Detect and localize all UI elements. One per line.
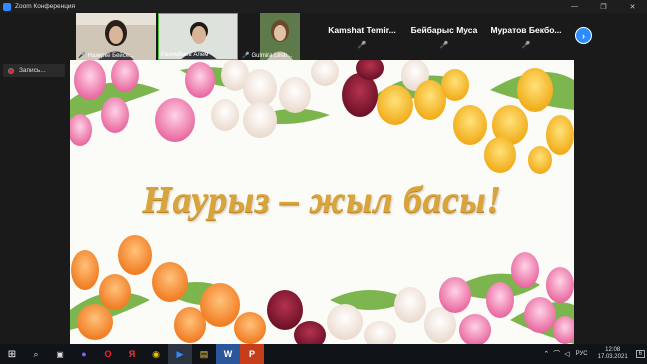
- participant-tile[interactable]: 🎤 Gulmira Lesb...: [240, 13, 320, 60]
- file-explorer-icon[interactable]: ▤: [192, 344, 216, 364]
- powerpoint-icon[interactable]: P: [240, 344, 264, 364]
- record-dot-icon: [8, 67, 14, 74]
- participant-name-tile[interactable]: Kamshat Temir... 🎤: [322, 13, 402, 60]
- mic-muted-icon: 🎤: [242, 53, 250, 59]
- participant-name-tag: 🎤 Gulmira Lesb...: [242, 52, 293, 60]
- windows-start-icon[interactable]: ⊞: [0, 344, 24, 364]
- recording-indicator[interactable]: Запись...: [3, 64, 65, 77]
- next-page-button[interactable]: ›: [575, 27, 592, 44]
- mic-muted-icon: 🎤: [521, 41, 531, 49]
- zoom-app-icon: [3, 2, 11, 11]
- clock-date: 17.03.2021: [597, 354, 628, 360]
- participant-name-tag: 🎤 Назерке Бейсе...: [78, 52, 135, 60]
- chrome-icon[interactable]: ◉: [144, 344, 168, 364]
- slide-heading: Наурыз – жыл басы!: [142, 179, 502, 221]
- maximize-button[interactable]: ❐: [589, 0, 618, 13]
- participant-name-tag: Рахимбаев Алем: [161, 52, 209, 58]
- volume-icon[interactable]: ◁: [564, 350, 569, 358]
- network-icon[interactable]: ⌒: [553, 349, 560, 359]
- zoom-icon[interactable]: ▶: [168, 344, 192, 364]
- participant-name: Муратов Бекбо...: [490, 24, 562, 35]
- clock[interactable]: 12:08 17.03.2021: [598, 347, 628, 361]
- mic-muted-icon: 🎤: [439, 41, 449, 49]
- clock-time: 12:08: [605, 347, 621, 353]
- minimize-button[interactable]: —: [560, 0, 589, 13]
- window-title: Zoom Конференция: [15, 3, 76, 10]
- tray-chevron-icon[interactable]: ⌃: [543, 350, 549, 358]
- shared-screen: Наурыз – жыл басы!: [70, 60, 574, 344]
- close-button[interactable]: ✕: [618, 0, 647, 13]
- participant-name: Бейбарыс Муса: [410, 24, 478, 35]
- mic-muted-icon: 🎤: [78, 53, 86, 59]
- mic-muted-icon: 🎤: [357, 41, 367, 49]
- participant-name-tile[interactable]: Муратов Бекбо... 🎤: [486, 13, 566, 60]
- system-tray: ⌃ ⌒ ◁ РУС 12:08 17.03.2021 6: [541, 344, 647, 364]
- participant-name: Kamshat Temir...: [328, 24, 396, 35]
- title-bar: Zoom Конференция — ❐ ✕: [0, 0, 647, 13]
- task-view-icon[interactable]: ▣: [48, 344, 72, 364]
- notification-icon[interactable]: 6: [635, 350, 645, 358]
- yandex-icon[interactable]: Я: [120, 344, 144, 364]
- word-icon[interactable]: W: [216, 344, 240, 364]
- participant-tile[interactable]: 🎤 Назерке Бейсе...: [76, 13, 156, 60]
- participant-tile-active[interactable]: Рахимбаев Алем: [158, 13, 238, 60]
- participant-gallery: 🎤 Назерке Бейсе... Рахимбаев Алем 🎤 Gulm…: [0, 13, 647, 60]
- alice-assistant-icon[interactable]: ●: [72, 344, 96, 364]
- language-indicator[interactable]: РУС: [576, 351, 588, 357]
- recording-label: Запись...: [19, 67, 46, 74]
- search-icon[interactable]: ⌕: [24, 344, 48, 364]
- window-controls: — ❐ ✕: [560, 0, 647, 13]
- participant-name-tile[interactable]: Бейбарыс Муса 🎤: [404, 13, 484, 60]
- opera-icon[interactable]: O: [96, 344, 120, 364]
